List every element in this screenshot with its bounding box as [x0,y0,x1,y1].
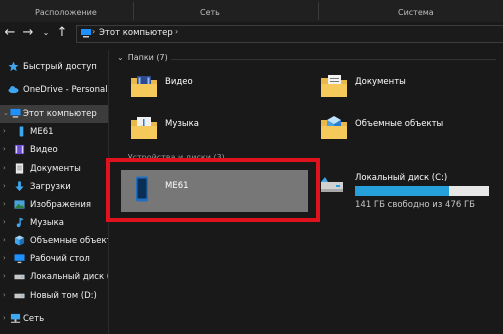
document-icon [15,163,24,174]
chevron-right-icon[interactable]: › [3,200,6,208]
back-arrow-icon[interactable]: ← [2,25,18,41]
chevron-right-icon[interactable]: › [3,272,6,280]
chevron-right-icon[interactable]: › [3,127,6,135]
chevron-right-icon[interactable]: › [3,254,6,262]
disk-icon [14,293,25,299]
navigation-toolbar: ← → ⌄ ↑ › Этот компьютер › [0,22,503,44]
sidebar-item-label: ME61 [30,127,54,137]
disk-icon [321,177,343,192]
3d-objects-folder-icon [321,116,347,139]
chevron-right-icon[interactable]: › [3,236,6,244]
forward-arrow-icon[interactable]: → [20,25,36,41]
breadcrumb-separator: › [92,27,96,36]
folders-section-header[interactable]: ⌄ Папки (7) [117,53,168,62]
ribbon-divider [318,2,319,20]
disk-free-space: 141 ГБ свободно из 476 ГБ [355,200,475,210]
sidebar-item-this-pc[interactable]: ⌄ Этот компьютер [0,105,108,123]
disk-usage-bar [355,186,489,196]
folder-label: Видео [165,77,193,87]
breadcrumb[interactable]: Этот компьютер [99,28,173,38]
section-divider [171,59,496,60]
chevron-right-icon[interactable]: › [3,164,6,172]
computer-icon [10,108,21,118]
video-folder-icon [131,76,157,97]
ribbon-divider [133,2,134,20]
folder-label: Музыка [165,119,199,129]
documents-folder-icon [321,75,347,97]
sidebar-item-label: OneDrive - Personal [23,85,108,95]
folder-label: Документы [355,77,406,87]
music-icon [16,217,24,228]
music-folder-icon [131,117,157,139]
ribbon-group-system: Система [398,8,434,17]
recent-locations-chevron-icon[interactable]: ⌄ [38,25,54,41]
sidebar-item-quick-access[interactable]: Быстрый доступ [0,58,108,76]
chevron-right-icon[interactable]: › [3,145,6,153]
cube-icon [14,235,25,246]
phone-icon [19,126,24,137]
chevron-right-icon[interactable]: › [3,291,6,299]
sidebar-item-label: Документы [30,164,81,174]
sidebar-item-local-disk-c[interactable]: › Локальный диск (C: [0,268,108,286]
download-icon [15,181,24,192]
sidebar-item-label: Изображения [30,200,92,210]
ribbon-group-location: Расположение [35,8,97,17]
image-icon [14,200,25,209]
sidebar-item-video[interactable]: › Видео [0,141,108,159]
folder-video[interactable]: Видео [129,70,289,100]
folder-documents[interactable]: Документы [319,70,489,100]
star-icon [8,61,19,72]
sidebar-item-images[interactable]: › Изображения [0,196,108,214]
sidebar-item-label: Загрузки [30,182,71,192]
chevron-down-icon: ⌄ [117,53,124,62]
chevron-right-icon[interactable]: › [3,314,6,322]
video-icon [14,144,25,155]
chevron-right-icon[interactable]: › [3,182,6,190]
cloud-icon [8,86,19,94]
sidebar-item-documents[interactable]: › Документы [0,160,108,178]
folder-label: Объемные объекты [355,119,444,129]
sidebar-item-label: Музыка [30,218,64,228]
sidebar-item-new-volume-d[interactable]: › Новый том (D:) [0,287,108,305]
sidebar-item-3d-objects[interactable]: › Объемные объекты [0,232,108,250]
breadcrumb-separator: › [175,27,179,36]
ribbon-group-network: Сеть [200,8,220,17]
desktop-icon [14,254,25,264]
sidebar-item-label: Сеть [23,314,45,324]
sidebar-item-label: Быстрый доступ [23,62,97,72]
sidebar-item-label: Локальный диск (C: [30,272,108,282]
computer-icon [81,29,91,38]
disk-name: Локальный диск (C:) [355,173,448,183]
ribbon: Расположение Сеть Система [0,0,503,23]
sidebar-item-me61[interactable]: › ME61 [0,123,108,141]
highlight-frame [106,158,320,222]
sidebar-item-label: Этот компьютер [23,109,97,119]
sidebar-item-label: Объемные объекты [30,236,108,246]
chevron-down-icon[interactable]: ⌄ [3,109,9,117]
sidebar-item-network[interactable]: › Сеть [0,310,108,328]
folder-3d-objects[interactable]: Объемные объекты [319,112,489,142]
disk-usage-fill [355,186,449,196]
navigation-pane: Быстрый доступ OneDrive - Personal ⌄ Это… [0,50,109,334]
folder-music[interactable]: Музыка [129,112,289,142]
disk-tile-local-c[interactable]: Локальный диск (C:) 141 ГБ свободно из 4… [318,172,498,218]
sidebar-item-desktop[interactable]: › Рабочий стол [0,250,108,268]
address-bar[interactable]: › Этот компьютер › [76,25,503,43]
network-icon [10,313,21,323]
sidebar-item-label: Видео [30,145,58,155]
sidebar-item-onedrive[interactable]: OneDrive - Personal [0,81,108,99]
sidebar-item-label: Рабочий стол [30,254,90,264]
sidebar-item-downloads[interactable]: › Загрузки [0,178,108,196]
sidebar-item-music[interactable]: › Музыка [0,214,108,232]
up-arrow-icon[interactable]: ↑ [54,25,70,41]
sidebar-item-label: Новый том (D:) [30,291,97,301]
chevron-right-icon[interactable]: › [3,218,6,226]
disk-icon [14,274,25,280]
